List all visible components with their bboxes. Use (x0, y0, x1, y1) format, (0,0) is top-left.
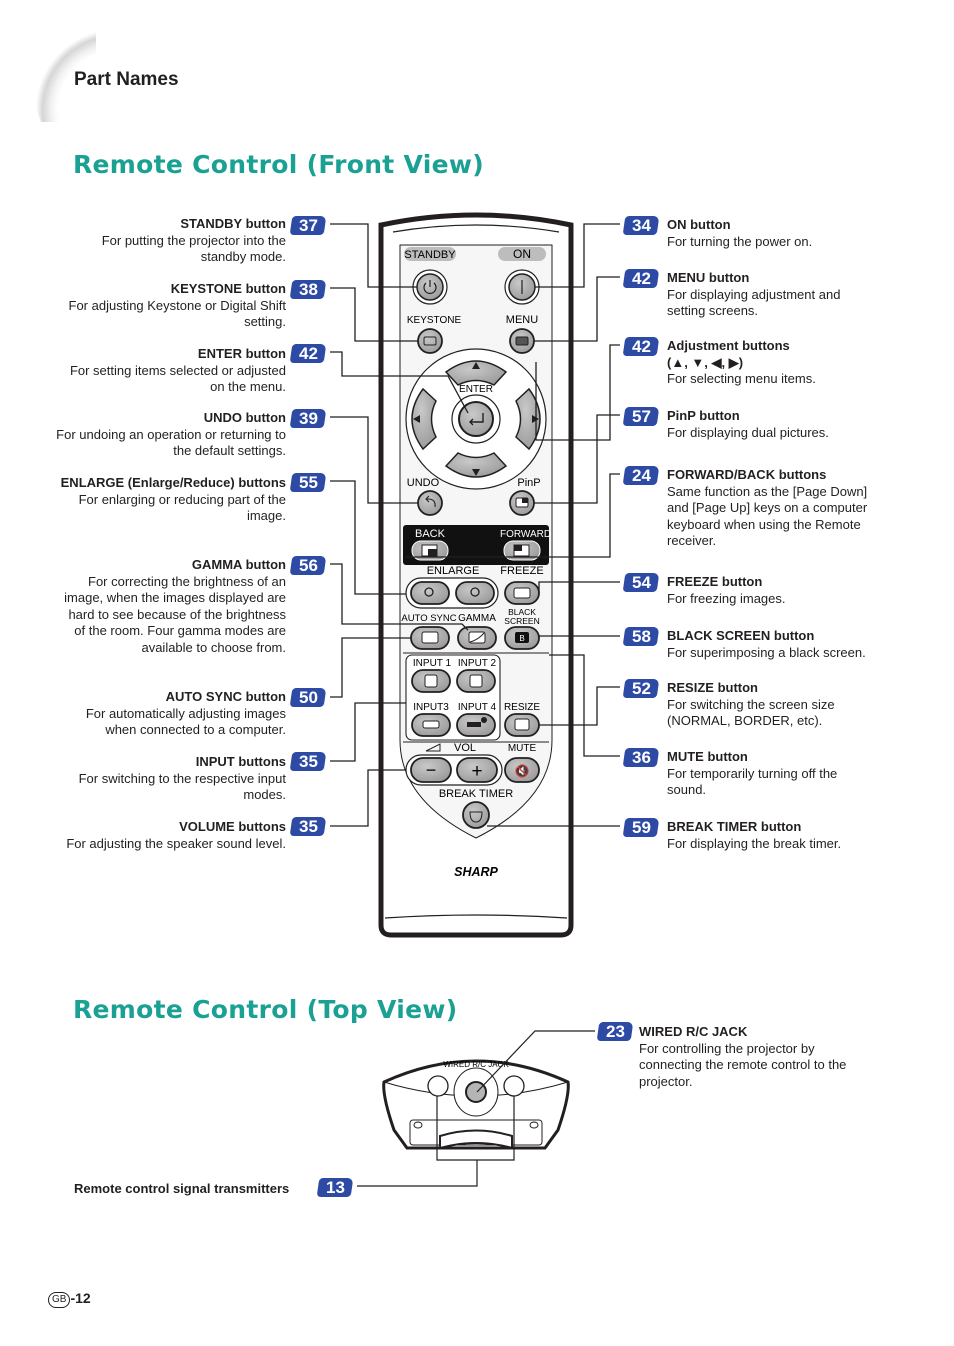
transmitter-right (503, 1075, 525, 1097)
callout-transmitters: Remote control signal transmitters (74, 1181, 290, 1196)
undo-button (417, 490, 443, 516)
label-enlarge: ENLARGE (427, 565, 480, 577)
label-undo: UNDO (407, 477, 440, 489)
keystone-button (417, 328, 443, 354)
remote-front-illustration: STANDBY ON KEYSTONE MENU ENTER UNDO PinP… (330, 212, 620, 938)
page-badge-wired-rc-jack[interactable]: 23 (596, 1022, 634, 1041)
label-input2: INPUT 2 (458, 658, 497, 669)
label-standby: STANDBY (404, 249, 456, 261)
label-input4: INPUT 4 (458, 702, 497, 713)
input1-icon (424, 674, 438, 688)
page-number: -12 (70, 1290, 91, 1306)
input4-icon (467, 722, 481, 727)
label-forward: FORWARD (500, 529, 551, 540)
input3-icon (422, 720, 440, 729)
label-screen: SCREEN (504, 616, 539, 626)
plus-icon: + (471, 761, 482, 782)
reduce-button (410, 581, 450, 605)
auto-sync-icon (421, 631, 439, 644)
label-gamma: GAMMA (458, 613, 496, 624)
enlarge-button (455, 581, 495, 605)
label-auto-sync: AUTO SYNC (401, 613, 456, 624)
label-pinp: PinP (517, 477, 540, 489)
svg-text:🔇: 🔇 (515, 764, 530, 778)
page-badge-transmitters[interactable]: 13 (316, 1178, 354, 1197)
label-vol: VOL (454, 742, 476, 754)
label-freeze: FREEZE (500, 565, 543, 577)
label-break-timer: BREAK TIMER (439, 788, 513, 800)
region-badge: GB (48, 1292, 71, 1308)
black-screen-icon: B (519, 634, 524, 643)
resize-icon (514, 718, 530, 731)
label-menu: MENU (506, 314, 538, 326)
transmitter-left (427, 1075, 449, 1097)
forward-icon (514, 545, 522, 551)
label-input1: INPUT 1 (413, 658, 452, 669)
back-icon (428, 549, 437, 556)
label-input3: INPUT3 (413, 702, 449, 713)
callout-wired-rc-jack: WIRED R/C JACK For controlling the projec… (639, 1024, 847, 1089)
input2-icon (469, 674, 483, 688)
label-resize: RESIZE (504, 702, 540, 713)
label-mute: MUTE (508, 743, 537, 754)
sharp-logo: SHARP (454, 865, 498, 879)
label-enter: ENTER (459, 384, 493, 395)
label-keystone: KEYSTONE (407, 315, 462, 326)
label-on: ON (513, 247, 531, 261)
menu-icon (515, 336, 529, 346)
break-timer-button (462, 801, 490, 829)
freeze-icon (513, 587, 531, 599)
minus-icon: − (426, 760, 437, 780)
label-back: BACK (415, 528, 446, 540)
page-footer: GB -12 (48, 1290, 91, 1308)
pinp-icon (522, 498, 528, 503)
